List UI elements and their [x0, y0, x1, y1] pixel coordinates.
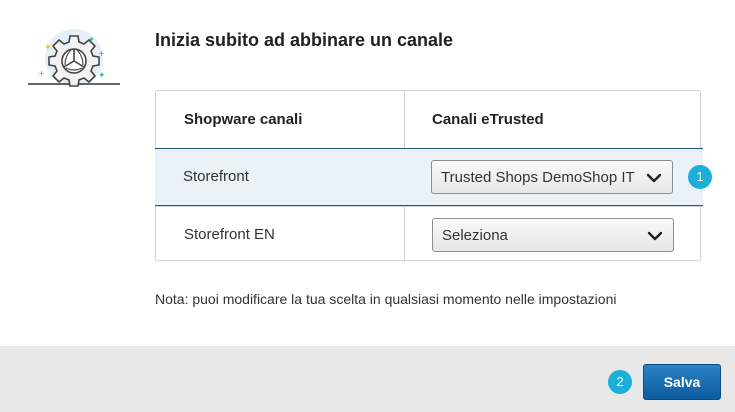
column-header-etrusted: Canali eTrusted [432, 111, 544, 128]
svg-text:+: + [38, 69, 45, 78]
channel-name: Storefront EN [184, 226, 275, 243]
svg-text:+: + [98, 49, 105, 58]
channel-mapping-table: Shopware canali Canali eTrusted Storefro… [155, 90, 703, 262]
chevron-down-icon [647, 228, 663, 244]
column-header-shopware: Shopware canali [184, 111, 303, 128]
channel-mapping-dialog: ✦ ✦ + ✦ + Inizia subito ad abbinare un c… [0, 0, 735, 412]
svg-text:✦: ✦ [44, 43, 52, 53]
select-value: Trusted Shops DemoShop IT [441, 168, 635, 186]
step-badge-1: 1 [688, 165, 712, 189]
etrusted-channel-select[interactable]: Seleziona [432, 218, 674, 252]
table-row: Storefront Trusted Shops DemoShop IT [155, 148, 703, 206]
svg-text:✦: ✦ [88, 35, 95, 44]
table-row: Storefront EN Seleziona [156, 206, 702, 262]
gear-illustration-icon: ✦ ✦ + ✦ + [28, 28, 120, 88]
save-button[interactable]: Salva [643, 364, 721, 400]
chevron-down-icon [646, 170, 662, 186]
etrusted-channel-select[interactable]: Trusted Shops DemoShop IT [431, 160, 673, 194]
select-value: Seleziona [442, 226, 508, 244]
table-header-row: Shopware canali Canali eTrusted [156, 91, 702, 148]
settings-note: Nota: puoi modificare la tua scelta in q… [155, 291, 617, 307]
svg-text:✦: ✦ [98, 71, 106, 81]
dialog-title: Inizia subito ad abbinare un canale [155, 30, 454, 50]
step-badge-2: 2 [608, 370, 632, 394]
channel-name: Storefront [183, 168, 249, 185]
